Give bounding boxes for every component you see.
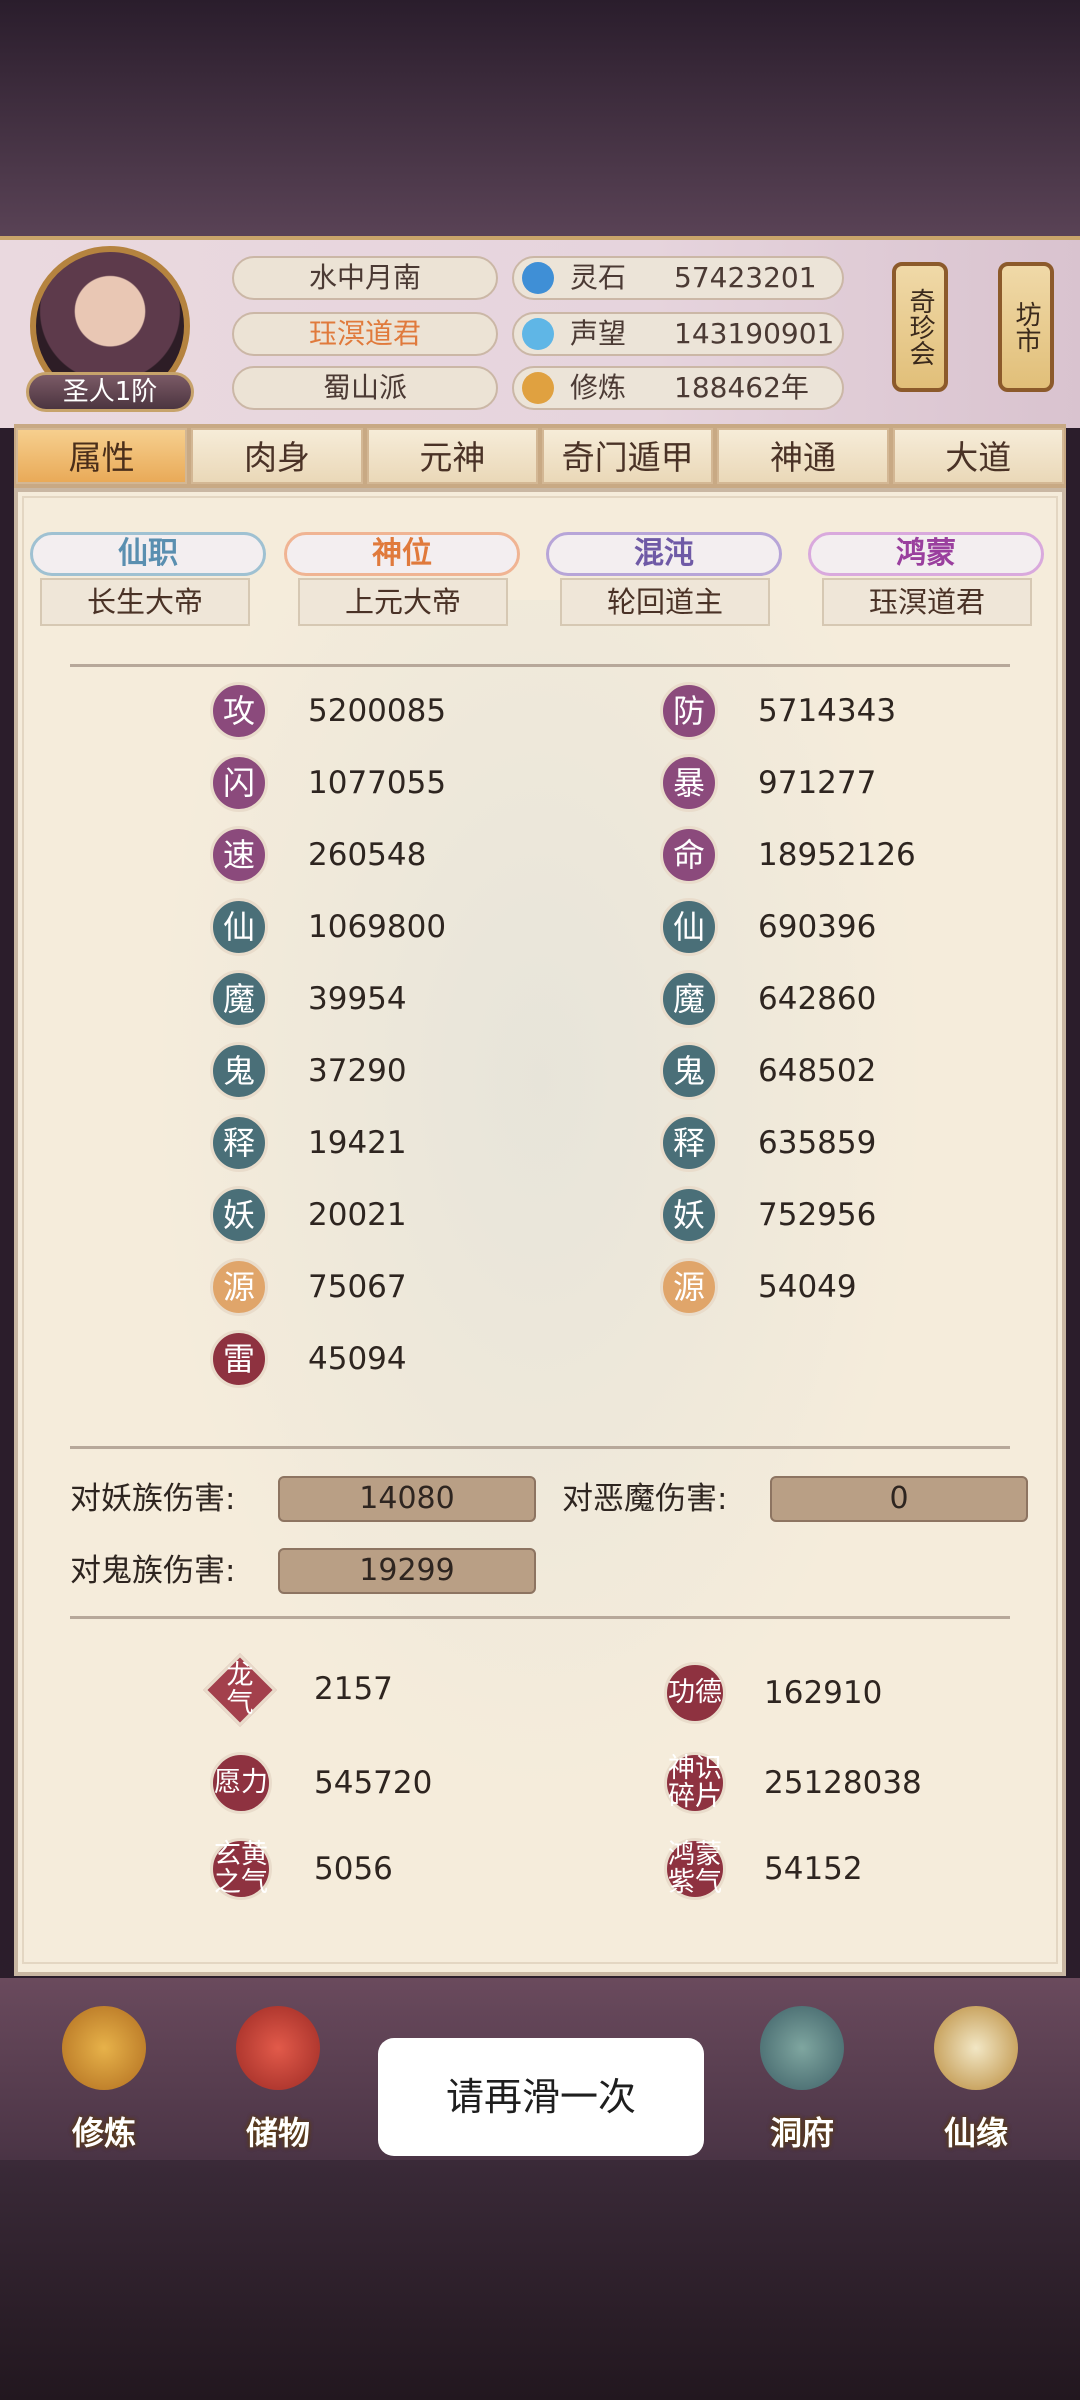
demon-defense-value: 642860 — [758, 981, 877, 1017]
title-value-divine-rank: 上元大帝 — [298, 578, 508, 626]
top-background — [0, 0, 1080, 240]
tab-body[interactable]: 肉身 — [191, 428, 363, 484]
damage-value-demon: 0 — [770, 1476, 1028, 1522]
prestige-icon — [522, 318, 554, 350]
wish-power-value: 545720 — [314, 1765, 433, 1801]
speed-icon: 速 — [210, 826, 268, 884]
player-name: 水中月南 — [232, 256, 498, 300]
tab-spirit[interactable]: 元神 — [366, 428, 538, 484]
buddha-attack-value: 19421 — [308, 1125, 407, 1161]
title-value-chaos: 轮回道主 — [560, 578, 770, 626]
title-label-immortal-post: 仙职 — [30, 532, 266, 576]
demon-defense-icon: 魔 — [660, 970, 718, 1028]
tab-attributes[interactable]: 属性 — [16, 428, 188, 484]
buddha-defense-icon: 释 — [660, 1114, 718, 1172]
nav-cultivate[interactable]: 修炼 — [44, 1996, 164, 2152]
resource-cultivation: 修炼 188462年 — [512, 366, 844, 410]
crit-value: 971277 — [758, 765, 877, 801]
dragon-qi-value: 2157 — [314, 1671, 393, 1707]
dodge-value: 1077055 — [308, 765, 447, 801]
bottom-background — [0, 2160, 1080, 2400]
xuanhuang-qi-icon: 玄黄之气 — [210, 1838, 272, 1900]
speed-value: 260548 — [308, 837, 427, 873]
demon-attack-value: 39954 — [308, 981, 407, 1017]
title-label-hongmeng: 鸿蒙 — [808, 532, 1044, 576]
thunder-value: 45094 — [308, 1341, 407, 1377]
divider — [70, 664, 1010, 667]
buddha-defense-value: 635859 — [758, 1125, 877, 1161]
xuanhuang-qi-value: 5056 — [314, 1851, 393, 1887]
soul-fragment-value: 25128038 — [764, 1765, 922, 1801]
divider — [70, 1616, 1010, 1619]
bag-icon — [236, 2006, 320, 2090]
rank-badge: 圣人1阶 — [26, 372, 194, 412]
attack-icon: 攻 — [210, 682, 268, 740]
spirit-stone-icon — [522, 262, 554, 294]
defense-icon: 防 — [660, 682, 718, 740]
merit-value: 162910 — [764, 1675, 883, 1711]
player-sect: 蜀山派 — [232, 366, 498, 410]
damage-value-ghost: 19299 — [278, 1548, 536, 1594]
soul-fragment-icon: 神识碎片 — [664, 1752, 726, 1814]
cultivation-icon — [522, 372, 554, 404]
hongmeng-purple-qi-value: 54152 — [764, 1851, 863, 1887]
tab-supernatural[interactable]: 神通 — [717, 428, 889, 484]
tab-dao[interactable]: 大道 — [892, 428, 1064, 484]
source-defense-value: 54049 — [758, 1269, 857, 1305]
damage-value-monster: 14080 — [278, 1476, 536, 1522]
dodge-icon: 闪 — [210, 754, 268, 812]
immortal-defense-icon: 仙 — [660, 898, 718, 956]
toast-message: 请再滑一次 — [378, 2038, 704, 2156]
gourd-icon — [934, 2006, 1018, 2090]
resource-prestige: 声望 143190901 — [512, 312, 844, 356]
buddha-attack-icon: 释 — [210, 1114, 268, 1172]
tab-qimen[interactable]: 奇门遁甲 — [541, 428, 714, 484]
nav-storage[interactable]: 储物 — [218, 1996, 338, 2152]
hongmeng-purple-qi-icon: 鸿蒙紫气 — [664, 1838, 726, 1900]
wish-power-icon: 愿力 — [210, 1752, 272, 1814]
palace-icon — [760, 2006, 844, 2090]
merit-icon: 功德 — [664, 1662, 726, 1724]
attack-value: 5200085 — [308, 693, 447, 729]
monster-defense-icon: 妖 — [660, 1186, 718, 1244]
ghost-defense-value: 648502 — [758, 1053, 877, 1089]
source-attack-icon: 源 — [210, 1258, 268, 1316]
damage-label-monster: 对妖族伤害: — [70, 1481, 236, 1517]
monster-attack-icon: 妖 — [210, 1186, 268, 1244]
immortal-attack-icon: 仙 — [210, 898, 268, 956]
resource-spirit-stone: 灵石 57423201 — [512, 256, 844, 300]
monster-defense-value: 752956 — [758, 1197, 877, 1233]
market-button[interactable]: 坊市 — [998, 262, 1054, 392]
hp-value: 18952126 — [758, 837, 916, 873]
immortal-attack-value: 1069800 — [308, 909, 447, 945]
treasure-fair-button[interactable]: 奇珍会 — [892, 262, 948, 392]
hp-icon: 命 — [660, 826, 718, 884]
title-value-immortal-post: 长生大帝 — [40, 578, 250, 626]
player-title: 珏溟道君 — [232, 312, 498, 356]
monster-attack-value: 20021 — [308, 1197, 407, 1233]
divider — [70, 1446, 1010, 1449]
title-label-chaos: 混沌 — [546, 532, 782, 576]
crit-icon: 暴 — [660, 754, 718, 812]
damage-label-ghost: 对鬼族伤害: — [70, 1553, 236, 1589]
thunder-icon: 雷 — [210, 1330, 268, 1388]
immortal-defense-value: 690396 — [758, 909, 877, 945]
nav-fate[interactable]: 仙缘 — [916, 1996, 1036, 2152]
defense-value: 5714343 — [758, 693, 897, 729]
ghost-attack-value: 37290 — [308, 1053, 407, 1089]
damage-label-demon: 对恶魔伤害: — [562, 1481, 728, 1517]
source-attack-value: 75067 — [308, 1269, 407, 1305]
tab-bar: 属性 肉身 元神 奇门遁甲 神通 大道 — [14, 424, 1066, 488]
ghost-defense-icon: 鬼 — [660, 1042, 718, 1100]
ghost-attack-icon: 鬼 — [210, 1042, 268, 1100]
title-value-hongmeng: 珏溟道君 — [822, 578, 1032, 626]
source-defense-icon: 源 — [660, 1258, 718, 1316]
nav-cave[interactable]: 洞府 — [742, 1996, 862, 2152]
monk-icon — [62, 2006, 146, 2090]
demon-attack-icon: 魔 — [210, 970, 268, 1028]
title-label-divine-rank: 神位 — [284, 532, 520, 576]
